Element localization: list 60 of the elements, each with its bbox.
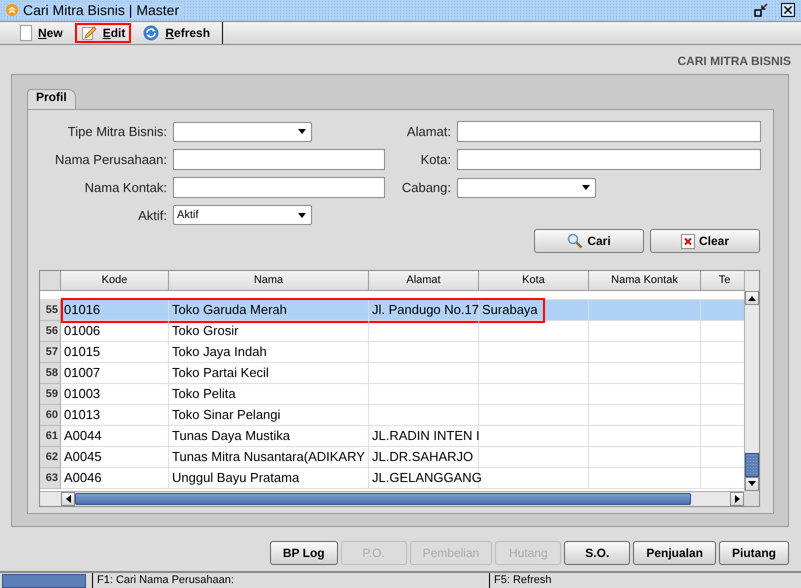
table-cell: 01013 [61,405,169,426]
field-label: Nama Perusahaan: [54,152,167,168]
page-heading: CARI MITRA BISNIS [677,54,791,68]
row-number: 55 [40,300,61,322]
row-number: 63 [40,468,61,490]
field-label: Kota: [420,152,451,168]
table-cell: Toko Garuda Merah [169,300,369,322]
field-label: Aktif: [137,208,167,223]
field-label: Cabang: [400,180,451,196]
field-label: Nama Kontak: [84,180,167,196]
action-button[interactable]: Piutang [719,540,789,565]
toolbar-button[interactable]: Refresh [137,23,216,44]
table-cell: Toko Grosir [169,321,369,342]
table-cell: Toko Pelita [169,384,369,406]
column-header[interactable]: Nama Kontak [589,271,701,292]
table-cell: JL.DR.SAHARJO [369,447,479,468]
table-cell: JL.GELANGGANG [369,468,479,490]
status-text: F1: Cari Nama Perusahaan: [92,572,489,588]
table-cell: 01003 [61,384,169,406]
table-cell: A0044 [61,426,169,448]
field-label: Tipe Mitra Bisnis: [66,124,167,140]
status-text: F5: Refresh [489,572,552,588]
row-number: 58 [40,363,61,384]
action-button[interactable]: S.O. [564,540,630,565]
column-header[interactable]: Kota [479,271,589,292]
row-number: 56 [40,321,61,342]
table-cell: Jl. Pandugo No.17 [369,300,479,322]
table-cell: Toko Partai Kecil [169,363,369,384]
table-cell: Toko Sinar Pelangi [169,405,369,426]
table-cell: 01007 [61,363,169,384]
window-title: Cari Mitra Bisnis | Master [23,2,184,18]
search-button[interactable]: Cari [534,229,644,254]
row-number: 57 [40,342,61,364]
row-number: 61 [40,426,61,448]
table-cell: Toko Jaya Indah [169,342,369,364]
toolbar-button[interactable]: New [14,23,69,44]
table-cell: 01006 [61,321,169,342]
column-header[interactable]: Kode [61,271,169,292]
column-header[interactable]: Alamat [369,271,479,292]
column-header[interactable]: Te [701,271,744,292]
tab[interactable]: Profil [27,89,76,110]
table-cell: 01016 [61,300,169,322]
row-number: 62 [40,447,61,468]
row-number: 60 [40,405,61,426]
dropdown[interactable]: Aktif [173,205,312,226]
toolbar-button[interactable]: Edit [74,23,132,44]
table-cell: JL.RADIN INTEN I [369,426,479,448]
table-cell: 01015 [61,342,169,364]
table-cell: Unggul Bayu Pratama [169,468,369,490]
table-cell: Tunas Mitra Nusantara(ADIKARY [169,447,369,468]
row-number: 59 [40,384,61,406]
table-cell: Tunas Daya Mustika [169,426,369,448]
action-button[interactable]: BP Log [270,540,338,565]
table-cell: A0045 [61,447,169,468]
clear-button[interactable]: Clear [650,229,760,254]
column-header[interactable]: Nama [169,271,369,292]
field-label: Alamat: [406,124,451,140]
table-cell: A0046 [61,468,169,490]
action-button[interactable]: Penjualan [633,540,716,565]
table-cell: Surabaya [479,300,589,322]
